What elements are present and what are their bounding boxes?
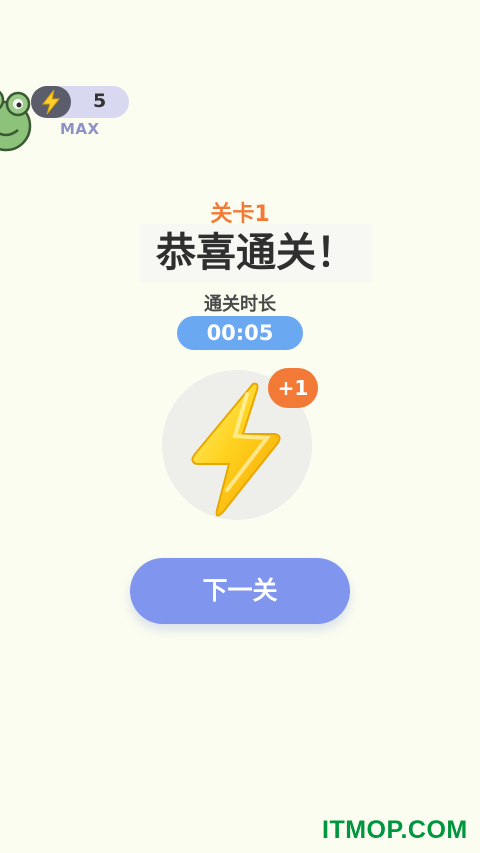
lightning-bolt-icon [31,86,71,118]
energy-count: 5 [93,90,107,112]
clear-time-value: 00:05 [177,316,303,350]
watermark: ITMOP.COM [322,816,468,844]
reward-plus-badge: +1 [268,368,318,408]
next-level-button[interactable]: 下一关 [130,558,350,624]
energy-counter: 5 [31,86,129,118]
energy-max-label: MAX [60,120,100,138]
clear-time-label: 通关时长 [204,294,276,315]
congrats-title: 恭喜通关！ [140,224,372,282]
